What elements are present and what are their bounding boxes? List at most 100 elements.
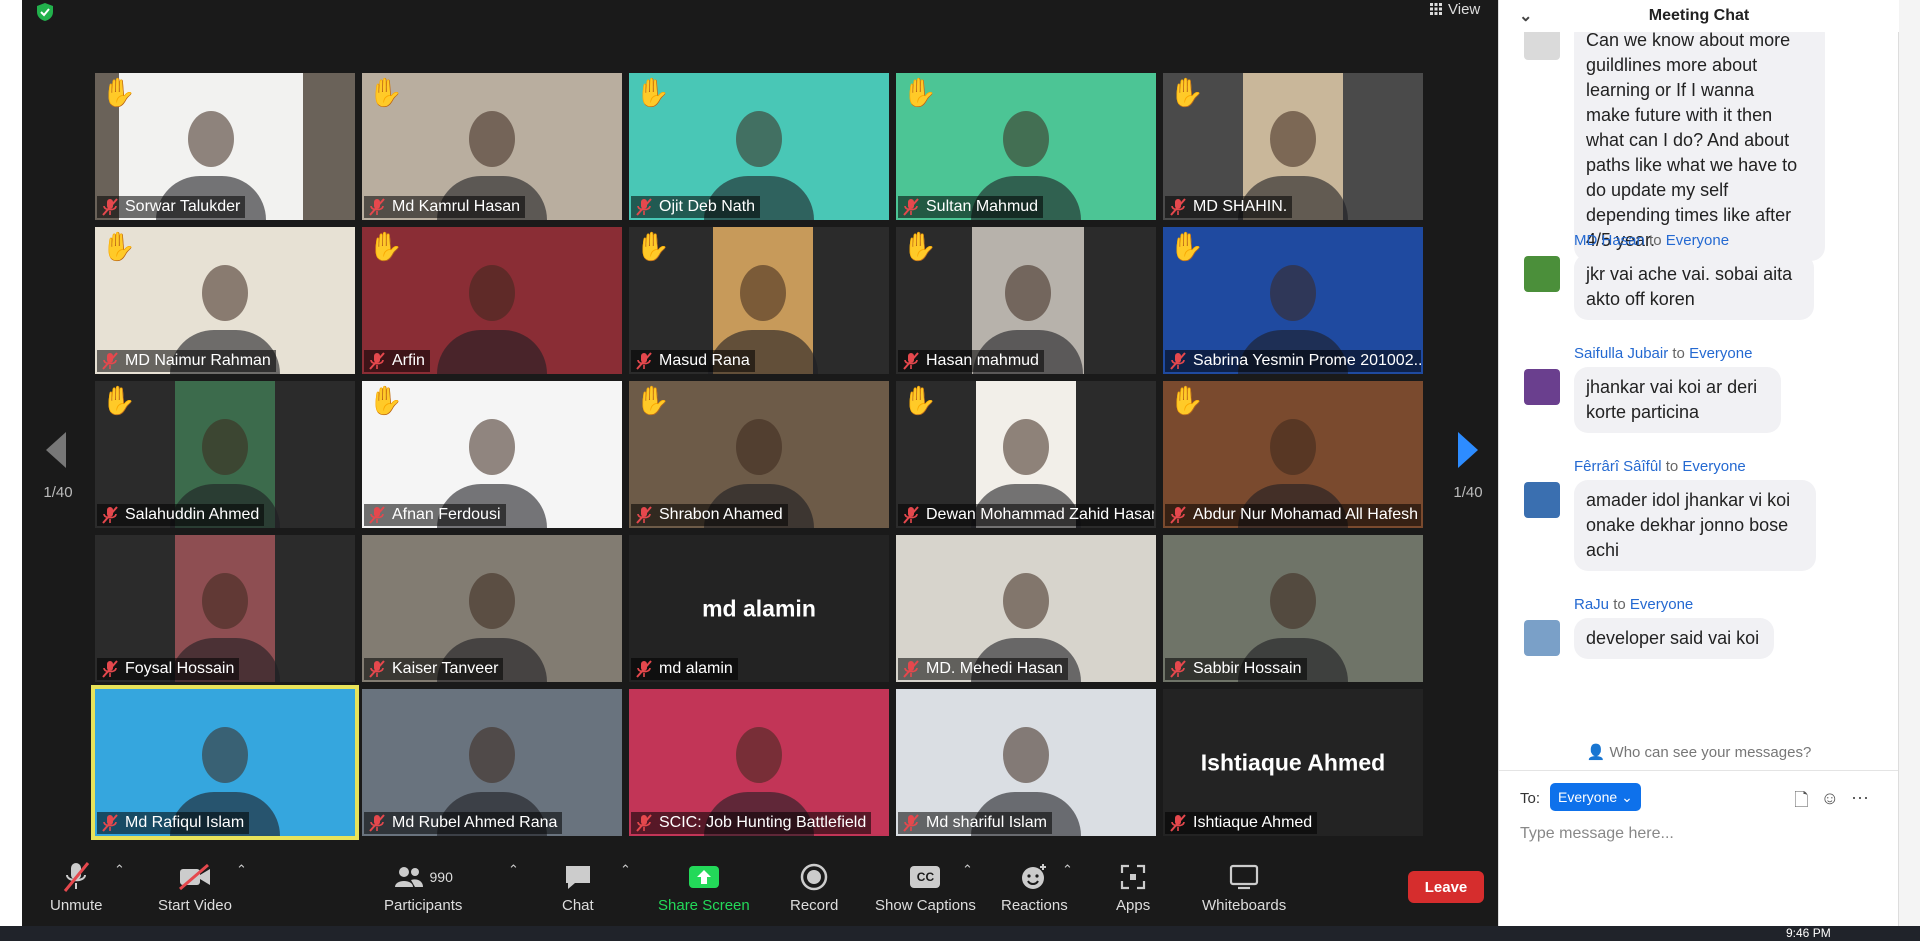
participant-tile[interactable]: Ishtiaque Ahmed Ishtiaque Ahmed <box>1163 689 1423 836</box>
next-page-button[interactable] <box>1452 432 1482 472</box>
participant-name: Masud Rana <box>659 352 750 369</box>
participant-name: Ojit Deb Nath <box>659 198 756 215</box>
participant-tile[interactable]: ✋ Sabrina Yesmin Prome 201002... <box>1163 227 1423 374</box>
audio-options-caret[interactable]: ⌃ <box>114 862 125 878</box>
person-silhouette <box>1005 265 1051 322</box>
to-label: To: <box>1520 790 1541 807</box>
participant-name: Arfin <box>392 352 425 369</box>
participant-tile[interactable]: ✋ Arfin <box>362 227 622 374</box>
whiteboards-label: Whiteboards <box>1202 897 1287 914</box>
chat-caret[interactable]: ⌃ <box>620 862 631 878</box>
sender-name[interactable]: Fêrrârî Sâîfûl <box>1574 458 1662 475</box>
whiteboards-button[interactable]: Whiteboards <box>1202 860 1286 914</box>
avatar[interactable] <box>1524 482 1560 518</box>
participant-tile[interactable]: MD. Mehedi Hasan <box>896 535 1156 682</box>
video-options-caret[interactable]: ⌃ <box>236 862 247 878</box>
sender-name[interactable]: MD Hasan <box>1574 232 1645 249</box>
participant-tile[interactable]: ✋ Sorwar Talukder <box>95 73 355 220</box>
participant-name-tag: Arfin <box>364 350 430 372</box>
person-silhouette <box>202 265 248 322</box>
muted-mic-icon <box>102 352 118 370</box>
participant-name-tag: Masud Rana <box>631 350 755 372</box>
participant-tile[interactable]: ✋ Ojit Deb Nath <box>629 73 889 220</box>
participant-tile[interactable]: Foysal Hossain <box>95 535 355 682</box>
prev-page-button[interactable] <box>42 432 72 472</box>
participant-tile[interactable]: ✋ Abdur Nur Mohamad All Hafesh <box>1163 381 1423 528</box>
participant-tile[interactable]: md alamin md alamin <box>629 535 889 682</box>
zoom-window: View 1/40 1/40 ✋ Sorwar Talukder ✋ Md Kamru… <box>0 0 1920 941</box>
muted-mic-icon <box>636 198 652 216</box>
show-captions-button[interactable]: CC Show Captions <box>875 860 976 914</box>
participant-name: Afnan Ferdousi <box>392 506 501 523</box>
to-word: to <box>1665 458 1679 475</box>
message-line: guildlines more about <box>1586 55 1758 75</box>
person-silhouette <box>469 727 515 784</box>
window-scrollbar[interactable] <box>1898 0 1920 926</box>
participant-name: Kaiser Tanveer <box>392 660 499 677</box>
participant-tile[interactable]: ✋ Masud Rana <box>629 227 889 374</box>
security-shield-icon[interactable] <box>36 2 54 22</box>
person-silhouette <box>736 727 782 784</box>
share-screen-button[interactable]: Share Screen <box>658 860 750 914</box>
participant-display-name: md alamin <box>702 595 816 621</box>
message-line: achi <box>1586 540 1620 560</box>
show-captions-label: Show Captions <box>875 897 976 914</box>
participant-tile[interactable]: ✋ MD Naimur Rahman <box>95 227 355 374</box>
participant-tile[interactable]: ✋ MD SHAHIN. <box>1163 73 1423 220</box>
more-icon[interactable]: ⋯ <box>1851 788 1869 818</box>
chat-messages[interactable]: Can we know about more guildlines more ab… <box>1499 32 1899 736</box>
reactions-caret[interactable]: ⌃ <box>1062 862 1073 878</box>
start-video-button[interactable]: Start Video <box>158 860 232 914</box>
avatar[interactable] <box>1524 369 1560 405</box>
apps-button[interactable]: Apps <box>1116 860 1150 914</box>
participant-tile[interactable]: Md Rafiqul Islam <box>91 685 359 840</box>
avatar[interactable] <box>1524 256 1560 292</box>
participant-tile[interactable]: ✋ Sultan Mahmud <box>896 73 1156 220</box>
muted-mic-icon <box>903 506 919 524</box>
unmute-button[interactable]: Unmute <box>50 860 103 914</box>
participant-name: Sultan Mahmud <box>926 198 1039 215</box>
participant-tile[interactable]: ✋ Afnan Ferdousi <box>362 381 622 528</box>
leave-button[interactable]: Leave <box>1408 871 1484 903</box>
reactions-button[interactable]: Reactions <box>1001 860 1068 914</box>
participant-tile[interactable]: ✋ Dewan Mohammad Zahid Hasan <box>896 381 1156 528</box>
participant-tile[interactable]: ✋ Salahuddin Ahmed <box>95 381 355 528</box>
captions-caret[interactable]: ⌃ <box>962 862 973 878</box>
participant-name: Dewan Mohammad Zahid Hasan <box>926 506 1154 523</box>
view-button[interactable]: View <box>1430 0 1480 18</box>
participant-tile[interactable]: Sabbir Hossain <box>1163 535 1423 682</box>
chevron-down-icon: ⌄ <box>1621 788 1633 805</box>
message-line: akto off koren <box>1586 289 1695 309</box>
participant-name-tag: Sabrina Yesmin Prome 201002... <box>1165 350 1421 372</box>
sender-name[interactable]: Saifulla Jubair <box>1574 345 1668 362</box>
record-label: Record <box>790 897 839 914</box>
participant-name: Md Rafiqul Islam <box>125 814 245 831</box>
participant-name: SCIC: Job Hunting Battlefield <box>659 814 867 831</box>
recipient-dropdown[interactable]: Everyone ⌄ <box>1550 783 1641 811</box>
avatar[interactable] <box>1524 620 1560 656</box>
sender-name[interactable]: RaJu <box>1574 596 1609 613</box>
file-icon[interactable]: 🗋 <box>1794 788 1808 818</box>
participant-tile[interactable]: ✋ Shrabon Ahamed <box>629 381 889 528</box>
muted-mic-icon <box>903 814 919 832</box>
person-silhouette <box>469 573 515 630</box>
participant-tile[interactable]: Md Rubel Ahmed Rana <box>362 689 622 836</box>
participant-tile[interactable]: SCIC: Job Hunting Battlefield <box>629 689 889 836</box>
record-button[interactable]: Record <box>790 860 838 914</box>
raised-hand-icon: ✋ <box>635 77 670 108</box>
emoji-icon[interactable]: ☺ <box>1821 788 1839 818</box>
participant-tile[interactable]: Md shariful Islam <box>896 689 1156 836</box>
chat-button[interactable]: Chat <box>562 860 594 914</box>
participant-tile[interactable]: ✋ Md Kamrul Hasan <box>362 73 622 220</box>
participants-caret[interactable]: ⌃ <box>508 862 519 878</box>
participant-tile[interactable]: ✋ Hasan mahmud <box>896 227 1156 374</box>
participant-name: Salahuddin Ahmed <box>125 506 260 523</box>
participants-button[interactable]: 990 Participants <box>384 860 462 914</box>
person-silhouette <box>202 727 248 784</box>
chevron-down-icon[interactable]: ⌄ <box>1519 6 1532 26</box>
start-video-label: Start Video <box>158 897 232 914</box>
participant-tile[interactable]: Kaiser Tanveer <box>362 535 622 682</box>
who-can-see-link[interactable]: 👤 Who can see your messages? <box>1499 743 1899 761</box>
chat-message-input[interactable]: Type message here... <box>1520 825 1674 843</box>
person-silhouette <box>1270 419 1316 476</box>
